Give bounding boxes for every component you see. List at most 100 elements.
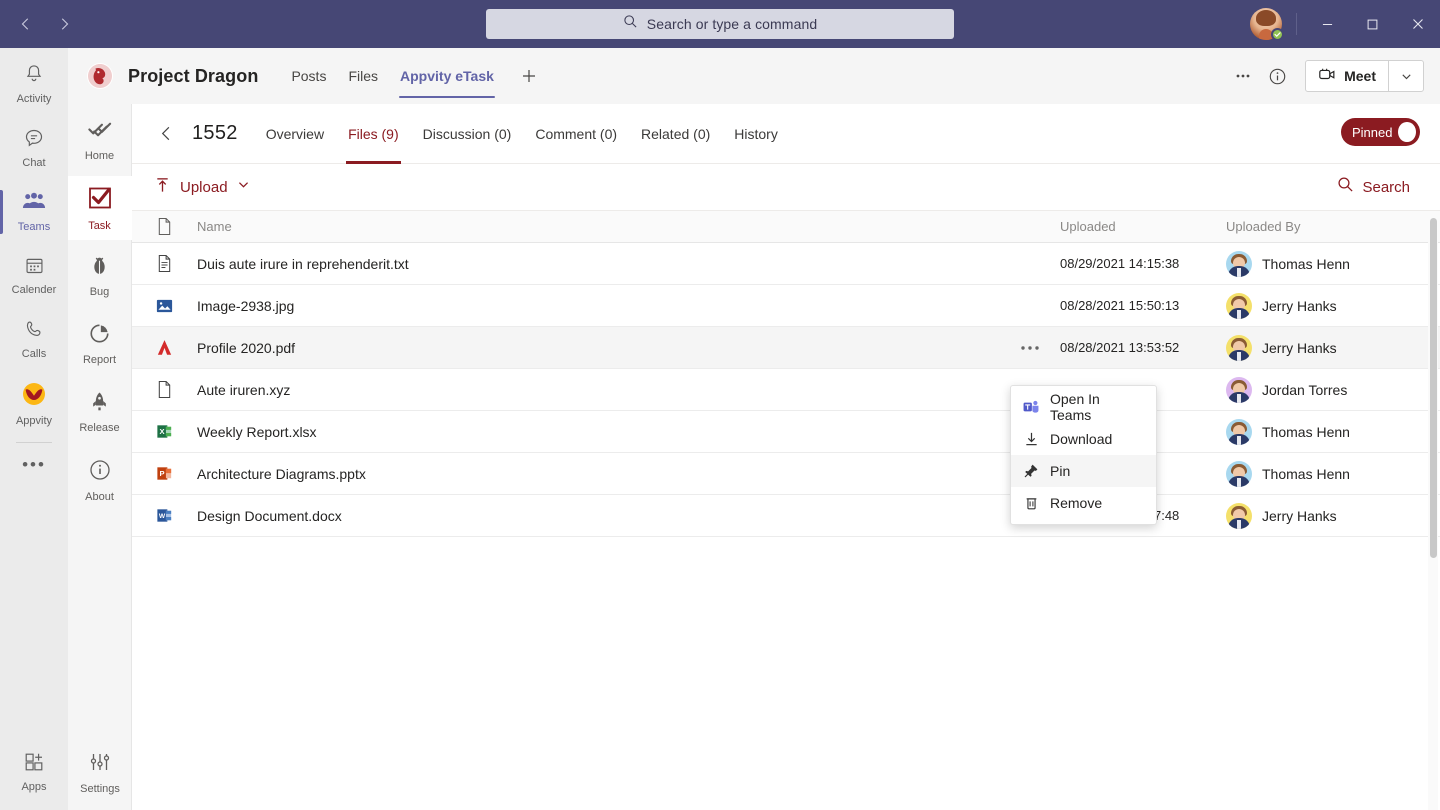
table-row[interactable]: X Weekly Report.xlsx 0:48 Thomas Henn	[132, 411, 1440, 453]
file-name[interactable]: Architecture Diagrams.pptx	[196, 466, 1000, 482]
file-name[interactable]: Design Document.docx	[196, 508, 1000, 524]
sidebar-label: Activity	[17, 93, 52, 106]
sidebar-label: Chat	[22, 157, 45, 170]
chevron-down-icon[interactable]	[1389, 60, 1423, 92]
subrail-item-home[interactable]: Home	[68, 108, 132, 172]
trash-icon	[1023, 495, 1039, 511]
file-name[interactable]: Weekly Report.xlsx	[196, 424, 1000, 440]
table-row[interactable]: Image-2938.jpg 08/28/2021 15:50:13 Jerry…	[132, 285, 1440, 327]
table-row[interactable]: Profile 2020.pdf 08/28/2021 13:53:52 Jer…	[132, 327, 1440, 369]
subrail-item-report[interactable]: Report	[68, 312, 132, 376]
back-icon[interactable]	[10, 8, 42, 40]
svg-text:X: X	[159, 427, 164, 436]
table-row[interactable]: W Design Document.docx 08/25/2021 12:47:…	[132, 495, 1440, 537]
table-row[interactable]: Aute iruren.xyz 1:49 Jordan Torres	[132, 369, 1440, 411]
user-avatar[interactable]	[1250, 8, 1282, 40]
search-icon	[1337, 176, 1354, 198]
maximize-button[interactable]	[1350, 0, 1395, 48]
upload-button[interactable]: Upload	[150, 171, 254, 203]
search-input[interactable]: Search or type a command	[486, 9, 954, 39]
rocket-icon	[88, 390, 111, 418]
back-icon[interactable]	[150, 118, 182, 150]
tab-files[interactable]: Files (9)	[336, 104, 411, 164]
column-header-uploaded-by[interactable]: Uploaded By	[1210, 219, 1440, 234]
file-excel-icon: X	[132, 422, 196, 441]
files-search-button[interactable]: Search	[1337, 171, 1410, 203]
more-horizontal-icon[interactable]	[1227, 60, 1259, 92]
forward-icon[interactable]	[48, 8, 80, 40]
column-header-uploaded[interactable]: Uploaded	[1060, 219, 1210, 234]
file-pdf-icon	[132, 338, 196, 357]
tab-comment[interactable]: Comment (0)	[523, 104, 629, 164]
uploader-name: Thomas Henn	[1262, 256, 1350, 272]
sidebar-item-teams[interactable]: Teams	[0, 184, 68, 240]
vertical-scrollbar-thumb[interactable]	[1430, 218, 1437, 558]
tab-discussion[interactable]: Discussion (0)	[411, 104, 524, 164]
table-header-row: Name Uploaded Uploaded By	[132, 211, 1440, 243]
meet-button[interactable]: Meet	[1305, 60, 1424, 92]
file-name[interactable]: Duis aute irure in reprehenderit.txt	[196, 256, 1000, 272]
task-header: 1552 Overview Files (9) Discussion (0) C…	[132, 104, 1440, 164]
meet-label: Meet	[1344, 68, 1376, 84]
tab-files[interactable]: Files	[337, 48, 389, 104]
add-tab-button[interactable]	[513, 60, 545, 92]
column-header-name[interactable]: Name	[196, 219, 1000, 234]
context-menu-label: Pin	[1050, 463, 1070, 479]
uploader-name: Jerry Hanks	[1262, 508, 1337, 524]
sidebar-item-calender[interactable]: Calender	[0, 248, 68, 304]
file-name[interactable]: Aute iruren.xyz	[196, 382, 1000, 398]
file-uploaded-by: Thomas Henn	[1210, 251, 1440, 277]
subrail-label: Settings	[80, 783, 120, 795]
meet-main[interactable]: Meet	[1306, 60, 1388, 92]
table-row[interactable]: P Architecture Diagrams.pptx 7:22 Thomas…	[132, 453, 1440, 495]
sidebar-item-chat[interactable]: Chat	[0, 120, 68, 176]
subrail-item-bug[interactable]: Bug	[68, 244, 132, 308]
file-uploaded-by: Jordan Torres	[1210, 377, 1440, 403]
subrail-item-release[interactable]: Release	[68, 380, 132, 444]
table-row[interactable]: Duis aute irure in reprehenderit.txt 08/…	[132, 243, 1440, 285]
rail-divider	[16, 442, 52, 443]
context-menu-item-download[interactable]: Download	[1011, 423, 1156, 455]
rail-more-button[interactable]: •••	[0, 447, 68, 483]
minimize-button[interactable]	[1305, 0, 1350, 48]
sidebar-item-activity[interactable]: Activity	[0, 56, 68, 112]
sidebar-item-appvity[interactable]: Appvity	[0, 376, 68, 432]
content-pane: 1552 Overview Files (9) Discussion (0) C…	[132, 104, 1440, 810]
file-uploaded: 08/28/2021 15:50:13	[1060, 298, 1210, 313]
subrail-label: About	[85, 491, 114, 503]
subrail-item-about[interactable]: About	[68, 448, 132, 512]
sidebar-item-apps[interactable]: Apps	[0, 744, 68, 800]
channel-tabs: Posts Files Appvity eTask	[280, 48, 544, 104]
download-icon	[1023, 431, 1039, 447]
tab-appvity-etask[interactable]: Appvity eTask	[389, 48, 505, 104]
presence-available-icon	[1271, 28, 1284, 41]
close-button[interactable]	[1395, 0, 1440, 48]
tab-posts[interactable]: Posts	[280, 48, 337, 104]
title-bar: Search or type a command	[0, 0, 1440, 48]
context-menu-item-open-in-teams[interactable]: Open In Teams	[1011, 391, 1156, 423]
file-name[interactable]: Profile 2020.pdf	[196, 340, 1000, 356]
file-name[interactable]: Image-2938.jpg	[196, 298, 1000, 314]
row-more-actions-button[interactable]	[1000, 345, 1060, 351]
context-menu-item-pin[interactable]: Pin	[1011, 455, 1156, 487]
file-uploaded: 08/28/2021 13:53:52	[1060, 340, 1210, 355]
info-icon[interactable]	[1261, 60, 1293, 92]
file-uploaded-by: Jerry Hanks	[1210, 503, 1440, 529]
pinned-toggle[interactable]: Pinned	[1341, 118, 1420, 146]
context-menu-item-remove[interactable]: Remove	[1011, 487, 1156, 519]
tab-history[interactable]: History	[722, 104, 790, 164]
tab-overview[interactable]: Overview	[254, 104, 336, 164]
sidebar-item-calls[interactable]: Calls	[0, 312, 68, 368]
avatar	[1226, 419, 1252, 445]
svg-text:W: W	[158, 513, 165, 520]
task-tabs: Overview Files (9) Discussion (0) Commen…	[254, 104, 790, 164]
uploader-name: Jerry Hanks	[1262, 298, 1337, 314]
report-pie-icon	[88, 322, 111, 350]
files-table: Name Uploaded Uploaded By Duis aute irur…	[132, 211, 1440, 537]
home-checkmarks-icon	[87, 119, 112, 146]
subrail-label: Release	[79, 422, 119, 434]
sidebar-label: Appvity	[16, 415, 52, 428]
tab-related[interactable]: Related (0)	[629, 104, 722, 164]
subrail-item-task[interactable]: Task	[68, 176, 132, 240]
subrail-item-settings[interactable]: Settings	[68, 740, 132, 804]
